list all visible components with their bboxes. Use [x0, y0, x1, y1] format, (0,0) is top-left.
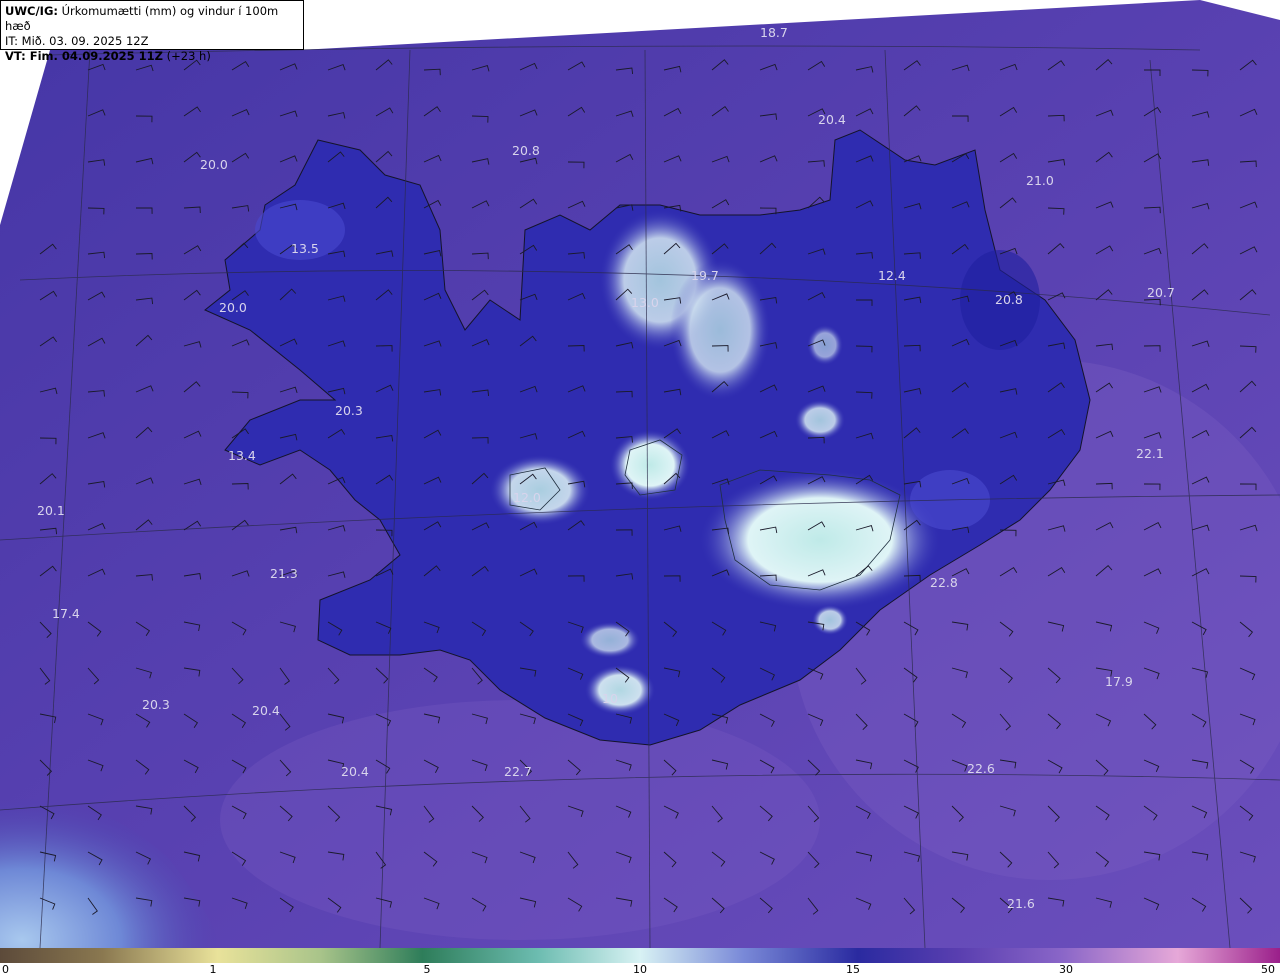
- label-20-0: 20.0: [200, 157, 228, 172]
- label-22-6: 22.6: [967, 761, 995, 776]
- label-21-0: 21.0: [1026, 173, 1054, 188]
- label-12-0: 12.0: [513, 490, 541, 505]
- colorbar-tick-0: 0: [2, 963, 9, 976]
- valid-time-line: VT: Fim. 04.09.2025 11Z (+23 h): [5, 49, 299, 64]
- colorbar: [0, 948, 1280, 963]
- label-20-8b: 20.8: [995, 292, 1023, 307]
- title-line: UWC/IG: Úrkomumætti (mm) og vindur í 100…: [5, 4, 299, 34]
- colorbar-tick-50: 50: [1261, 963, 1275, 976]
- label-10: 10: [602, 691, 618, 706]
- label-20-4: 20.4: [818, 112, 846, 127]
- label-22-1: 22.1: [1136, 446, 1164, 461]
- label-22-8: 22.8: [930, 575, 958, 590]
- label-20-7: 20.7: [1147, 285, 1175, 300]
- colorbar-tick-5: 5: [423, 963, 431, 976]
- init-time: IT: Mið. 03. 09. 2025 12Z: [5, 34, 149, 48]
- label-13-4: 13.4: [228, 448, 256, 463]
- model-name: UWC/IG:: [5, 4, 58, 18]
- label-18-7: 18.7: [760, 25, 788, 40]
- colorbar-tick-15: 15: [846, 963, 860, 976]
- label-20-0b: 20.0: [219, 300, 247, 315]
- label-20-4b: 20.4: [252, 703, 280, 718]
- label-20-3b: 20.3: [142, 697, 170, 712]
- colorbar-tick-30: 30: [1059, 963, 1073, 976]
- label-20-8: 20.8: [512, 143, 540, 158]
- lead-time: (+23 h): [166, 49, 211, 63]
- label-20-4c: 20.4: [341, 764, 369, 779]
- label-19-7: 19.7: [691, 268, 719, 283]
- label-13-5: 13.5: [291, 241, 319, 256]
- precipitation-map: 18.7 20.4 20.8 20.0 21.0 13.5 19.7 12.4 …: [0, 0, 1280, 949]
- map-title-box: UWC/IG: Úrkomumætti (mm) og vindur í 100…: [0, 0, 304, 63]
- label-17-9: 17.9: [1105, 674, 1133, 689]
- label-21-3: 21.3: [270, 566, 298, 581]
- label-13-0: 13.0: [631, 295, 659, 310]
- label-22-7: 22.7: [504, 764, 532, 779]
- label-20-1: 20.1: [37, 503, 65, 518]
- label-20-3: 20.3: [335, 403, 363, 418]
- label-21-6: 21.6: [1007, 896, 1035, 911]
- label-17-4: 17.4: [52, 606, 80, 621]
- valid-time: VT: Fim. 04.09.2025 11Z: [5, 49, 163, 63]
- label-12-4: 12.4: [878, 268, 906, 283]
- colorbar-tick-1: 1: [209, 963, 217, 976]
- south-ocean-shade: [220, 700, 820, 940]
- colorbar-tick-10: 10: [633, 963, 647, 976]
- colorbar-gradient: [0, 948, 1280, 963]
